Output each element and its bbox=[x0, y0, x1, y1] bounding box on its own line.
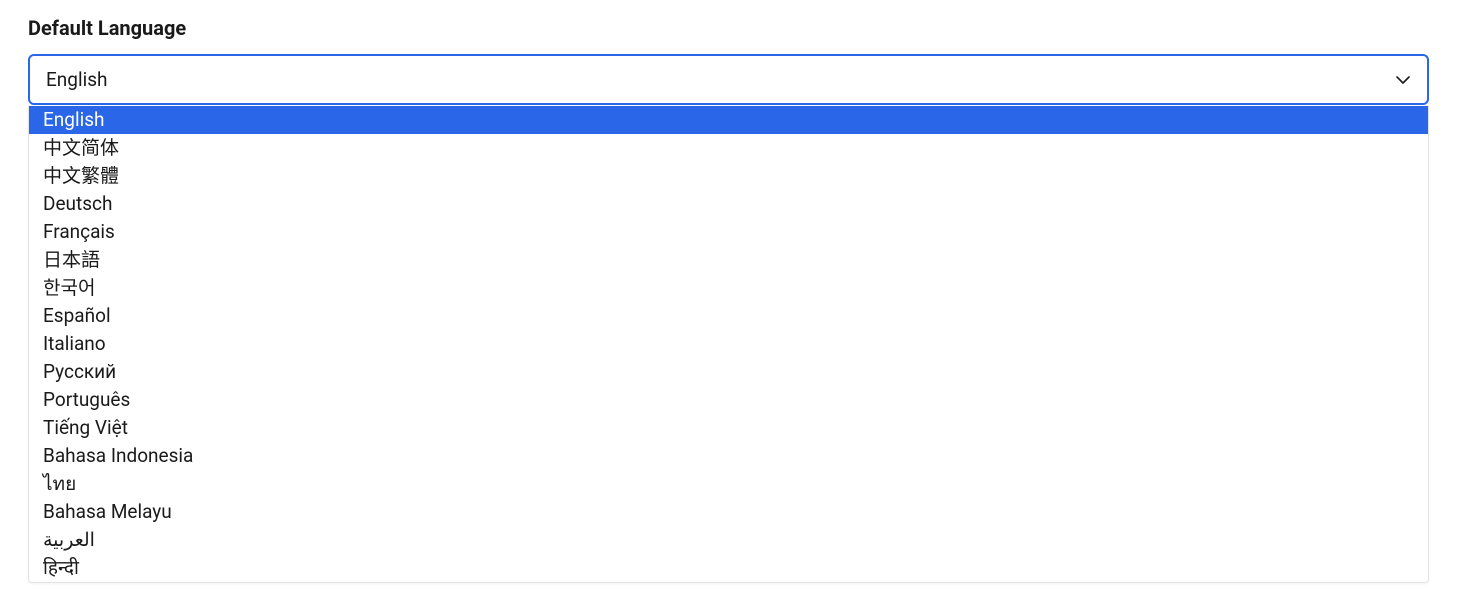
language-option[interactable]: 한국어 bbox=[29, 274, 1428, 302]
language-option[interactable]: Français bbox=[29, 218, 1428, 246]
language-option[interactable]: 日本語 bbox=[29, 246, 1428, 274]
language-option[interactable]: Deutsch bbox=[29, 190, 1428, 218]
language-option[interactable]: 中文繁體 bbox=[29, 162, 1428, 190]
language-option[interactable]: Tiếng Việt bbox=[29, 414, 1428, 442]
language-option[interactable]: Русский bbox=[29, 358, 1428, 386]
language-select-container: English English中文简体中文繁體DeutschFrançais日本… bbox=[28, 54, 1429, 583]
language-option[interactable]: English bbox=[29, 106, 1428, 134]
language-option[interactable]: ไทย bbox=[29, 470, 1428, 498]
language-option[interactable]: Bahasa Melayu bbox=[29, 498, 1428, 526]
chevron-down-icon bbox=[1395, 72, 1411, 88]
language-option[interactable]: हिन्दी bbox=[29, 554, 1428, 582]
language-dropdown-panel: English中文简体中文繁體DeutschFrançais日本語한국어Espa… bbox=[28, 106, 1429, 583]
selected-value: English bbox=[46, 68, 107, 91]
language-option[interactable]: 中文简体 bbox=[29, 134, 1428, 162]
language-option[interactable]: Italiano bbox=[29, 330, 1428, 358]
language-option[interactable]: Bahasa Indonesia bbox=[29, 442, 1428, 470]
language-option[interactable]: العربية bbox=[29, 526, 1428, 554]
language-option[interactable]: Español bbox=[29, 302, 1428, 330]
language-option[interactable]: Português bbox=[29, 386, 1428, 414]
language-select[interactable]: English bbox=[28, 54, 1429, 105]
field-label: Default Language bbox=[28, 16, 1429, 40]
